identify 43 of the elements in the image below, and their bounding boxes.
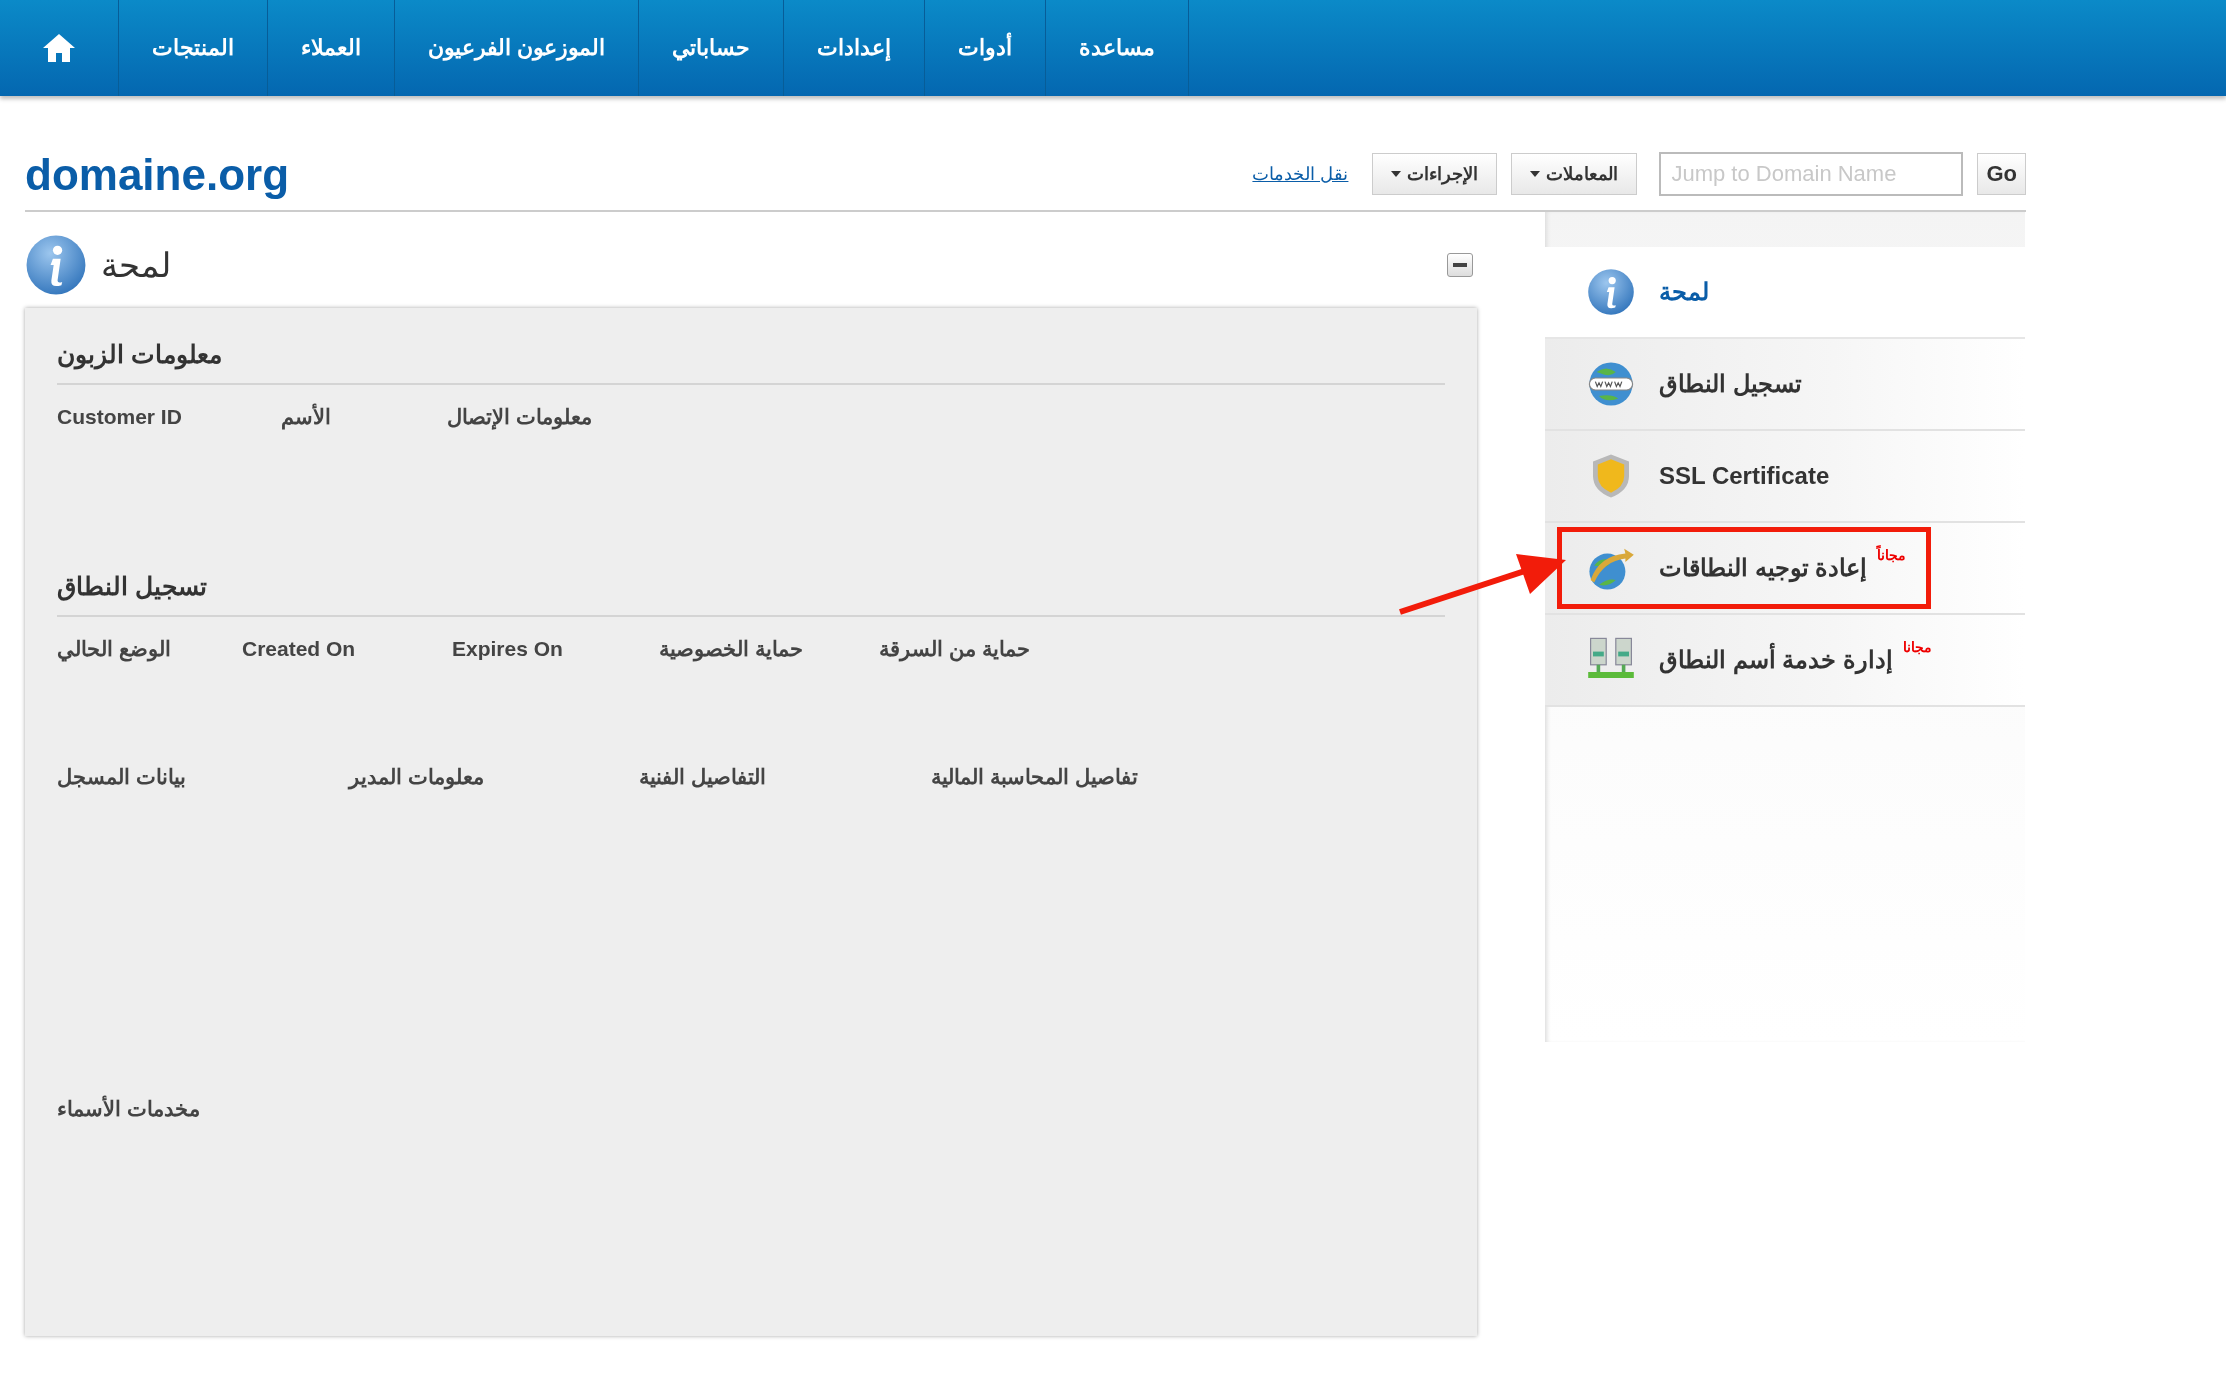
free-label: مجاناً (1877, 547, 1907, 563)
field-label: Customer ID (57, 405, 182, 429)
info-icon (1587, 268, 1635, 316)
field-label: الوضع الحالي (57, 637, 171, 661)
free-label: مجانا (1903, 639, 1932, 655)
field-label: معلومات المدير (349, 765, 484, 789)
sidebar-item[interactable]: إعادة توجيه النطاقات مجاناً (1545, 523, 2025, 615)
dropdown-button[interactable]: المعاملات (1511, 153, 1638, 195)
nav-menu-item[interactable]: الموزعون الفرعيون (395, 0, 640, 96)
nav-menu-item[interactable]: مساعدة (1046, 0, 1190, 96)
field-label: حماية من السرقة (879, 637, 1030, 661)
dropdown-button[interactable]: الإجراءات (1372, 153, 1498, 195)
field-label: تفاصيل المحاسبة المالية (931, 765, 1138, 789)
field-label: حماية الخصوصية (659, 637, 803, 661)
nav-menu-item[interactable]: أدوات (925, 0, 1047, 96)
field-label: Created On (242, 637, 356, 661)
panel-title: لمحة (101, 245, 171, 285)
domain-title: domaine.org (25, 150, 290, 200)
field-label: الأسم (281, 405, 331, 429)
www-globe-icon (1587, 360, 1635, 408)
minus-icon (1453, 263, 1467, 267)
field-label: التفاصيل الفنية (639, 765, 766, 789)
caret-icon (1391, 171, 1402, 177)
sidebar-item[interactable]: تسجيل النطاق (1545, 339, 2025, 431)
field-label: معلومات الإتصال (447, 405, 592, 429)
sidebar-item[interactable]: SSL Certificate (1545, 431, 2025, 523)
nav-menu-item[interactable]: حساباتي (639, 0, 785, 96)
info-icon (25, 234, 87, 296)
field-label: مخدمات الأسماء (57, 1097, 200, 1121)
section-heading: تسجيل النطاق (57, 560, 1445, 617)
caret-icon (1530, 171, 1541, 177)
sidebar-item[interactable]: إدارة خدمة أسم النطاق مجانا (1545, 615, 2025, 707)
nav-menu-item[interactable]: العملاء (268, 0, 395, 96)
nav-menu-item[interactable]: المنتجات (119, 0, 268, 96)
collapse-button[interactable] (1447, 253, 1473, 277)
home-icon[interactable] (41, 32, 77, 64)
transfer-services-link[interactable]: نقل الخدمات (1252, 163, 1349, 185)
go-button[interactable]: Go (1977, 153, 2026, 195)
field-label: بيانات المسجل (57, 765, 186, 789)
field-label: Expires On (452, 637, 563, 661)
section-heading: معلومات الزبون (57, 328, 1445, 385)
nav-menu-item[interactable]: إعدادات (784, 0, 926, 96)
sidebar-item[interactable]: لمحة (1545, 247, 2025, 339)
